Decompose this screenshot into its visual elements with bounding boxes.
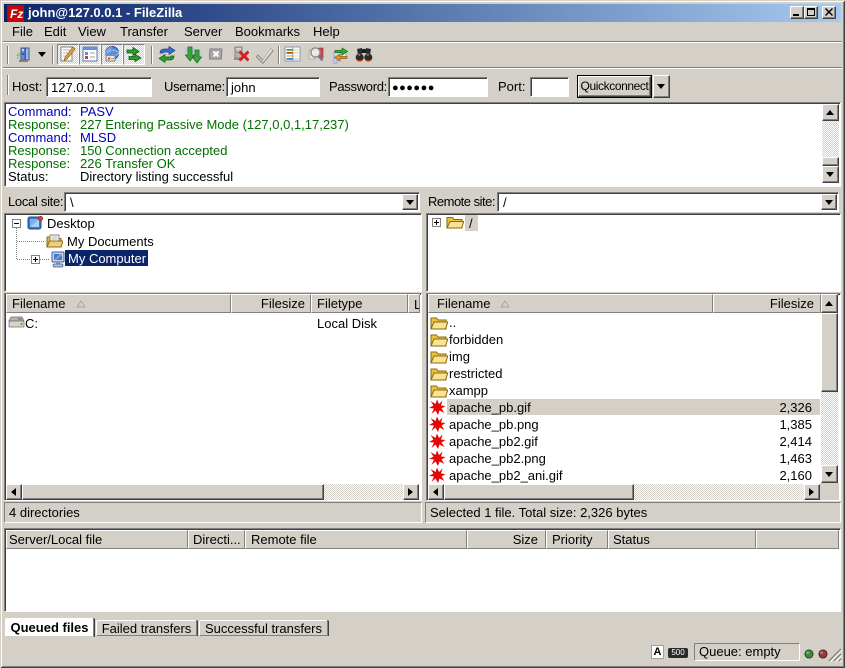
- svg-text:Fz: Fz: [10, 7, 23, 21]
